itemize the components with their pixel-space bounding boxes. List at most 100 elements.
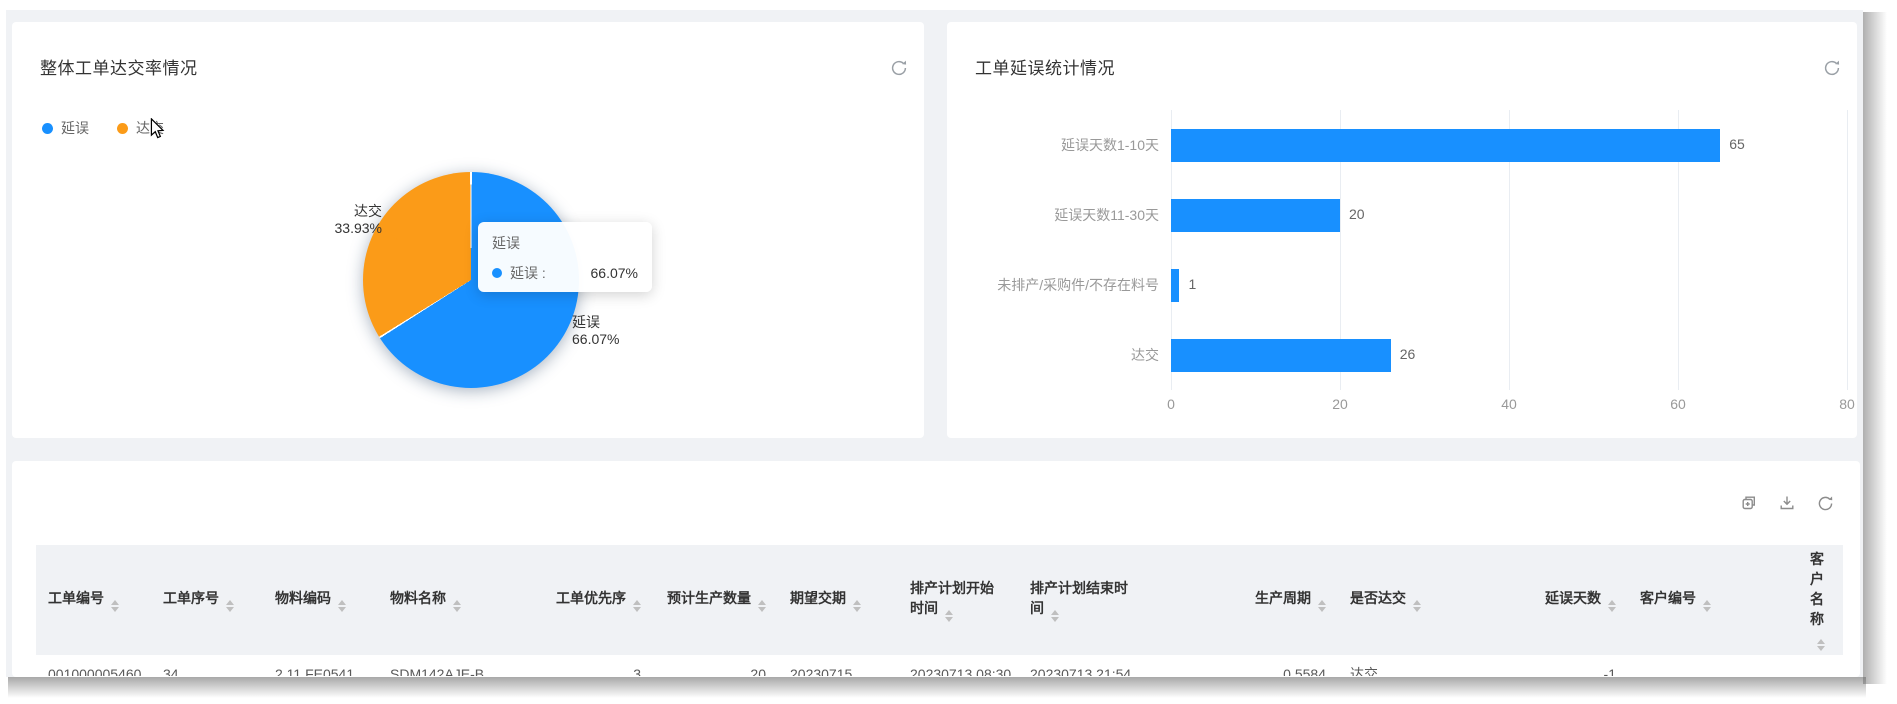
table-cell: 2.11.FE0541	[263, 655, 378, 676]
column-header-label: 客户编号	[1640, 590, 1696, 606]
sort-carets-icon	[338, 600, 346, 612]
column-header[interactable]: 延误天数	[1488, 545, 1628, 655]
legend-dot	[117, 123, 128, 134]
sort-carets-icon	[453, 600, 461, 612]
tooltip-series-name: 延误 :	[510, 263, 546, 283]
bar-category-label: 未排产/采购件/不存在料号	[947, 275, 1171, 295]
sort-carets-icon	[111, 600, 119, 612]
sort-carets-icon	[853, 600, 861, 612]
pie-legend: 延误 达交	[42, 118, 164, 138]
table-refresh-button[interactable]	[1816, 494, 1834, 512]
bar[interactable]	[1171, 339, 1391, 372]
work-order-table: 工单编号工单序号 物料编码物料名称 工单优先序预计生产数量 期望交期排产计划开始时间排…	[36, 545, 1843, 676]
bar-track: 65	[1171, 129, 1857, 162]
table-cell: 20230713 21:54	[1018, 655, 1153, 676]
bar-row: 延误天数1-10天 65	[947, 110, 1857, 180]
table-cell: 20	[653, 655, 778, 676]
column-header-label: 排产计划结束时间	[1030, 580, 1128, 616]
column-header-label: 生产周期	[1255, 590, 1311, 606]
column-header-label: 工单序号	[163, 590, 219, 606]
pie-label-yanwu: 延误 66.07%	[572, 314, 619, 348]
bar[interactable]	[1171, 199, 1340, 232]
bar-chart: 延误天数1-10天 65 延误天数11-30天 20 未排产/采购件/不存在料号…	[947, 110, 1857, 390]
table-toolbar	[1740, 494, 1834, 512]
table-cell: 001000005460	[36, 655, 151, 676]
column-header[interactable]: 期望交期	[778, 545, 898, 655]
column-header-label: 预计生产数量	[667, 590, 751, 606]
download-button[interactable]	[1778, 494, 1796, 512]
bar-row: 延误天数11-30天 20	[947, 180, 1857, 250]
table-cell: SDM142AJE-B...	[378, 655, 503, 676]
column-header[interactable]: 物料名称	[378, 545, 503, 655]
tooltip-series-dot	[492, 268, 502, 278]
bar-value-label: 26	[1400, 346, 1416, 362]
table-cell: 20230715	[778, 655, 898, 676]
sort-carets-icon	[226, 600, 234, 612]
refresh-icon	[889, 58, 909, 78]
column-header[interactable]: 工单编号	[36, 545, 151, 655]
sort-carets-icon	[1608, 600, 1616, 612]
column-header[interactable]: 物料编码	[263, 545, 378, 655]
bar[interactable]	[1171, 269, 1179, 302]
column-header[interactable]: 工单优先序	[503, 545, 653, 655]
column-header[interactable]: 是否达交	[1338, 545, 1488, 655]
sort-carets-icon	[1413, 600, 1421, 612]
axis-tick-label: 60	[1670, 396, 1686, 412]
bar-track: 26	[1171, 339, 1857, 372]
pie-refresh-button[interactable]	[888, 58, 910, 80]
bar-value-label: 1	[1188, 276, 1196, 292]
download-icon	[1778, 494, 1796, 512]
axis-tick-label: 80	[1839, 396, 1855, 412]
bar-value-label: 65	[1729, 136, 1745, 152]
column-header[interactable]: 预计生产数量	[653, 545, 778, 655]
bar-card-title: 工单延误统计情况	[975, 54, 1115, 79]
column-header[interactable]: 生产周期	[1153, 545, 1338, 655]
axis-tick-label: 0	[1167, 396, 1175, 412]
insert-window-button[interactable]	[1740, 494, 1758, 512]
legend-label: 延误	[61, 118, 89, 138]
column-header-label: 延误天数	[1545, 590, 1601, 606]
window-edge-shadow-bottom	[8, 677, 1866, 698]
tooltip-value: 66.07%	[591, 265, 638, 281]
table-cell	[1798, 655, 1843, 676]
bar-category-label: 达交	[947, 345, 1171, 365]
column-header[interactable]: 客户名称	[1798, 545, 1843, 655]
copy-plus-icon	[1740, 494, 1758, 512]
window-edge-shadow-right	[1863, 12, 1887, 684]
delivery-rate-card: 整体工单达交率情况 延误 达交 达交 33.93% 延误 66.07% 延误 延…	[12, 22, 924, 438]
bar-row: 达交 26	[947, 320, 1857, 390]
sort-carets-icon	[758, 600, 766, 612]
sort-carets-icon	[945, 610, 953, 622]
sort-carets-icon	[633, 600, 641, 612]
work-order-table-card: 工单编号工单序号 物料编码物料名称 工单优先序预计生产数量 期望交期排产计划开始时间排…	[12, 461, 1860, 677]
refresh-icon	[1816, 494, 1835, 513]
axis-tick-label: 40	[1501, 396, 1517, 412]
column-header-label: 物料名称	[390, 590, 446, 606]
bar-x-axis: 0 20 40 60 80	[947, 396, 1857, 414]
sort-carets-icon	[1703, 600, 1711, 612]
mouse-cursor	[150, 118, 165, 139]
bar-category-label: 延误天数1-10天	[947, 135, 1171, 155]
column-header[interactable]: 排产计划结束时间	[1018, 545, 1153, 655]
pie-label-dajiao: 达交 33.93%	[292, 203, 382, 237]
table-cell: 34	[151, 655, 263, 676]
table-cell: 达交	[1338, 655, 1488, 676]
bar-category-label: 延误天数11-30天	[947, 205, 1171, 225]
table-cell: 20230713 08:30	[898, 655, 1018, 676]
bar-track: 20	[1171, 199, 1857, 232]
column-header[interactable]: 工单序号	[151, 545, 263, 655]
axis-tick-label: 20	[1332, 396, 1348, 412]
bar[interactable]	[1171, 129, 1720, 162]
pie-card-title: 整体工单达交率情况	[40, 54, 198, 79]
column-header-label: 是否达交	[1350, 590, 1406, 606]
table-cell: 3	[503, 655, 653, 676]
legend-item-yanwu[interactable]: 延误	[42, 118, 89, 138]
table-cell: -1	[1488, 655, 1628, 676]
column-header[interactable]: 排产计划开始时间	[898, 545, 1018, 655]
sort-carets-icon	[1817, 639, 1825, 651]
refresh-icon	[1822, 58, 1842, 78]
column-header[interactable]: 客户编号	[1628, 545, 1798, 655]
table-wrapper: 工单编号工单序号 物料编码物料名称 工单优先序预计生产数量 期望交期排产计划开始时间排…	[36, 545, 1843, 676]
bar-refresh-button[interactable]	[1821, 58, 1843, 80]
bar-track: 1	[1171, 269, 1857, 302]
